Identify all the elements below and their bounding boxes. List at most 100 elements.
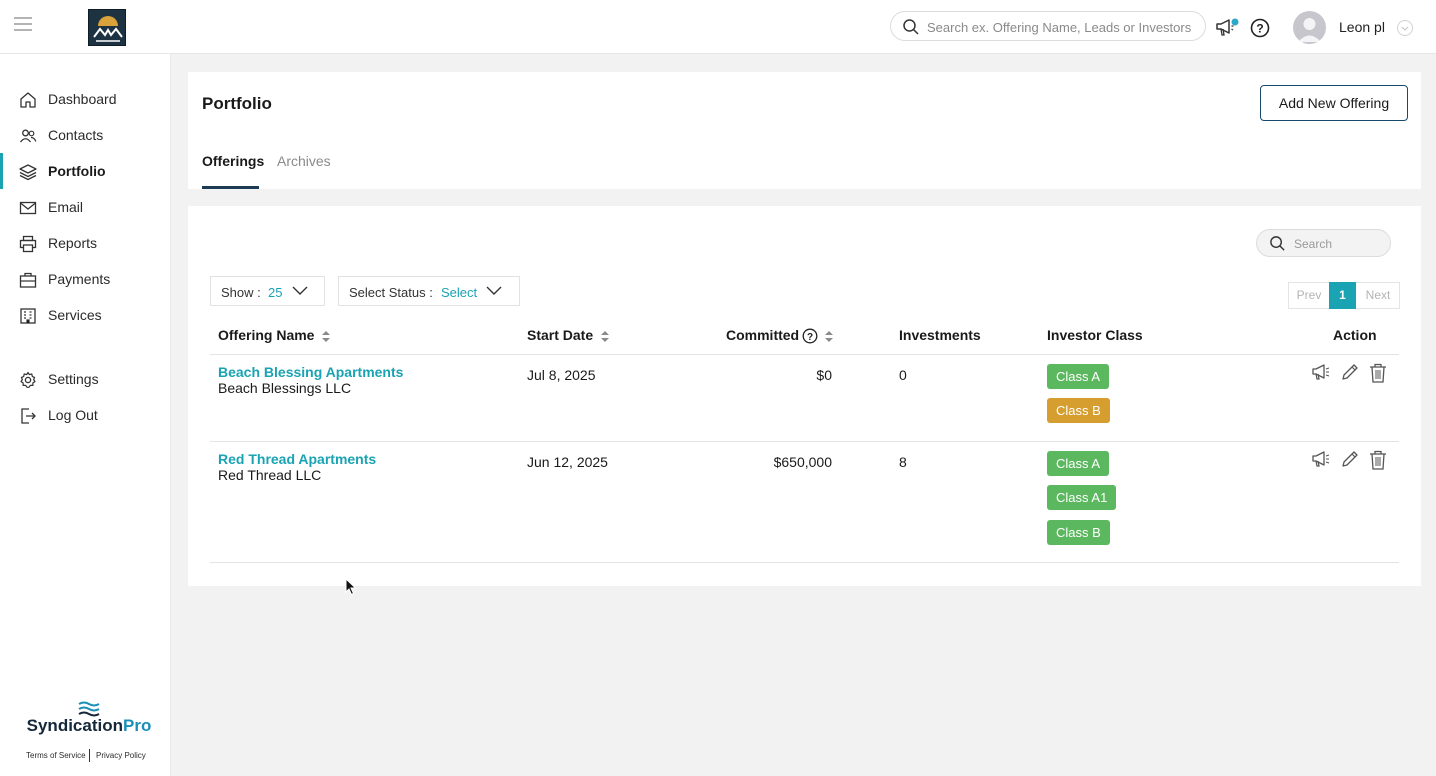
sort-icon[interactable]: [322, 331, 330, 342]
prev-page-button[interactable]: Prev: [1289, 283, 1329, 308]
sidebar-item-label: Dashboard: [48, 91, 117, 107]
sidebar-item-label: Portfolio: [48, 163, 106, 179]
pagination: Prev 1 Next: [1288, 282, 1400, 309]
investor-class-badge: Class A: [1047, 364, 1110, 389]
brand-name: SyndicationPro: [0, 716, 178, 736]
tab-offerings[interactable]: Offerings: [202, 153, 264, 169]
sidebar-item-label: Email: [48, 199, 84, 215]
table-search[interactable]: [1256, 229, 1391, 257]
next-page-button[interactable]: Next: [1356, 283, 1400, 308]
status-label: Select Status :: [349, 285, 433, 300]
portfolio-header: Portfolio Add New Offering Offerings Arc…: [188, 72, 1421, 189]
column-action: Action: [1333, 327, 1377, 343]
edit-icon[interactable]: [1340, 450, 1359, 469]
committed-amount: $0: [816, 367, 832, 383]
sidebar-item-label: Reports: [48, 235, 98, 251]
menu-icon[interactable]: [14, 17, 32, 33]
column-investments: Investments: [899, 327, 981, 343]
sidebar-item-dashboard[interactable]: Dashboard: [0, 82, 171, 116]
column-start-date[interactable]: Start Date: [527, 327, 593, 343]
sidebar-item-label: Services: [48, 307, 102, 323]
sidebar: Dashboard Contacts Portfolio Email Repor…: [0, 54, 171, 776]
divider: [210, 441, 1399, 442]
trash-icon[interactable]: [1369, 363, 1387, 383]
investor-class-badge: Class B: [1047, 398, 1110, 423]
status-select[interactable]: Select Status : Select: [338, 276, 520, 306]
sort-icon[interactable]: [601, 331, 609, 342]
page-title: Portfolio: [202, 94, 272, 113]
start-date: Jul 8, 2025: [527, 367, 596, 383]
column-offering-name[interactable]: Offering Name: [218, 327, 314, 343]
brand-waves-icon: [78, 701, 100, 717]
investor-class-badge: Class A1: [1047, 485, 1117, 510]
logout-icon: [21, 408, 36, 424]
brand-name-accent: Pro: [123, 716, 152, 735]
search-icon: [1270, 236, 1285, 251]
sidebar-item-payments[interactable]: Payments: [0, 262, 171, 296]
investor-class-badge: Class A: [1047, 451, 1110, 476]
user-name[interactable]: Leon pl: [1339, 19, 1385, 35]
sort-icon[interactable]: [825, 331, 833, 342]
offerings-panel: Show : 25 Select Status : Select Prev 1 …: [188, 206, 1421, 586]
edit-icon[interactable]: [1340, 363, 1359, 382]
announcement-icon[interactable]: [1214, 16, 1242, 43]
top-bar: ? Leon pl: [0, 0, 1436, 54]
committed-amount: $650,000: [773, 454, 832, 470]
tab-archives[interactable]: Archives: [277, 153, 331, 169]
trash-icon[interactable]: [1369, 450, 1387, 470]
global-search[interactable]: [890, 11, 1206, 41]
chevron-down-icon[interactable]: [1397, 20, 1413, 36]
divider: [210, 354, 1399, 355]
sidebar-item-logout[interactable]: Log Out: [0, 398, 171, 432]
sidebar-item-settings[interactable]: Settings: [0, 362, 171, 396]
building-icon: [20, 308, 36, 324]
sidebar-item-label: Settings: [48, 371, 99, 387]
printer-icon: [19, 235, 37, 253]
chevron-down-icon: [292, 286, 308, 295]
layers-icon: [19, 164, 37, 181]
announce-icon[interactable]: [1311, 363, 1331, 381]
sidebar-item-email[interactable]: Email: [0, 190, 171, 224]
gear-icon: [20, 371, 36, 388]
offering-company: Beach Blessings LLC: [218, 380, 352, 396]
investments-count: 0: [899, 367, 907, 383]
announce-icon[interactable]: [1311, 450, 1331, 468]
sidebar-item-label: Payments: [48, 271, 111, 287]
sidebar-item-portfolio[interactable]: Portfolio: [0, 153, 171, 189]
show-entries-select[interactable]: Show : 25: [210, 276, 325, 306]
show-value: 25: [268, 285, 283, 300]
offering-company: Red Thread LLC: [218, 467, 322, 483]
brand-name-main: Syndication: [26, 716, 123, 735]
add-new-offering-button[interactable]: Add New Offering: [1260, 85, 1408, 121]
user-avatar[interactable]: [1293, 11, 1326, 44]
privacy-link[interactable]: Privacy Policy: [96, 751, 146, 760]
svg-text:?: ?: [1256, 22, 1263, 36]
column-investor-class: Investor Class: [1047, 327, 1143, 343]
mail-icon: [19, 201, 37, 215]
show-label: Show :: [221, 285, 261, 300]
terms-link[interactable]: Terms of Service: [26, 751, 86, 760]
sidebar-item-label: Log Out: [48, 407, 98, 423]
briefcase-icon: [19, 272, 37, 288]
sidebar-item-reports[interactable]: Reports: [0, 226, 171, 260]
info-icon[interactable]: ?: [802, 328, 818, 344]
table-search-input[interactable]: [1294, 234, 1384, 254]
svg-text:?: ?: [807, 332, 813, 343]
sidebar-item-contacts[interactable]: Contacts: [0, 118, 171, 152]
sidebar-item-label: Contacts: [48, 127, 104, 143]
offering-name-link[interactable]: Red Thread Apartments: [218, 451, 376, 467]
company-logo[interactable]: [88, 9, 126, 46]
sidebar-item-services[interactable]: Services: [0, 298, 171, 332]
mouse-cursor-icon: [345, 578, 357, 596]
offering-name-link[interactable]: Beach Blessing Apartments: [218, 364, 403, 380]
start-date: Jun 12, 2025: [527, 454, 608, 470]
page-1-button[interactable]: 1: [1329, 282, 1356, 309]
contacts-icon: [19, 129, 37, 143]
investor-class-badge: Class B: [1047, 520, 1110, 545]
investments-count: 8: [899, 454, 907, 470]
status-value: Select: [441, 285, 478, 300]
help-icon[interactable]: ?: [1250, 18, 1270, 43]
column-committed[interactable]: Committed: [726, 327, 799, 343]
global-search-input[interactable]: [927, 16, 1197, 38]
chevron-down-icon: [486, 286, 502, 295]
